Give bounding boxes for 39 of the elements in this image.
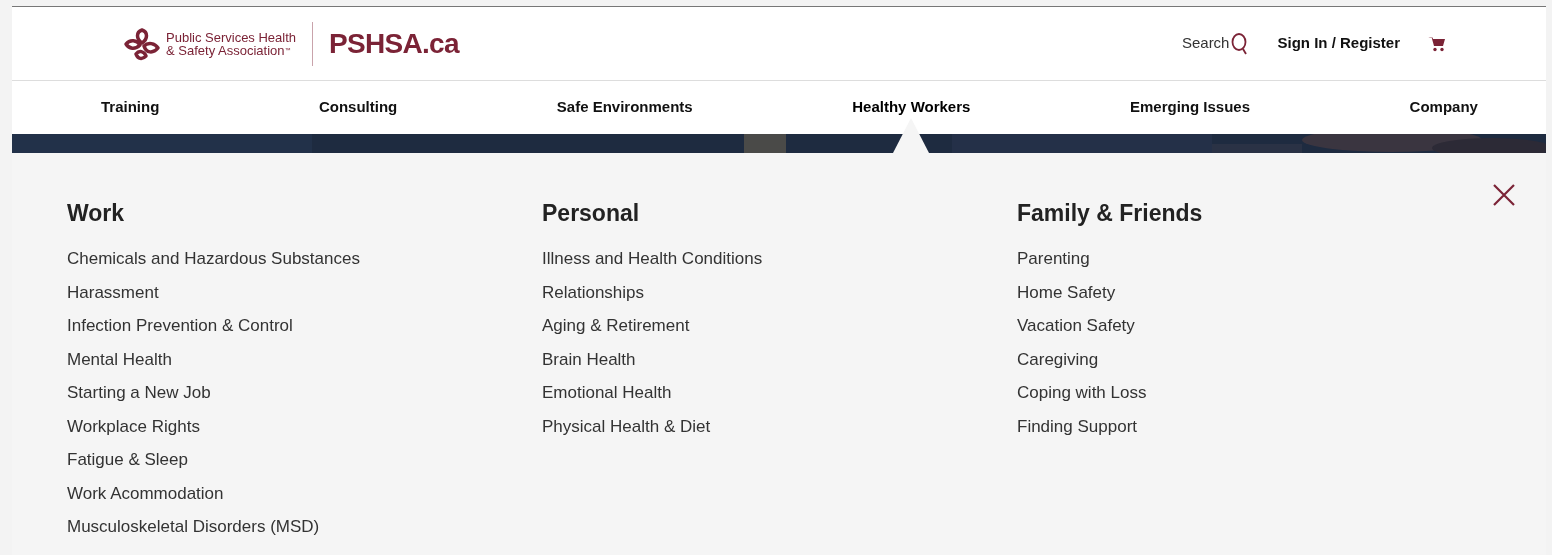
menu-link[interactable]: Harassment (67, 282, 159, 303)
menu-link[interactable]: Coping with Loss (1017, 383, 1147, 403)
menu-link[interactable]: Vacation Safety (1017, 316, 1135, 336)
site-name[interactable]: PSHSA.ca (329, 22, 459, 65)
logo-text: & Safety Association (166, 43, 285, 57)
menu-link[interactable]: Musculoskeletal Disorders (MSD) (67, 517, 320, 537)
column-heading: Personal (542, 199, 641, 227)
menu-link[interactable]: Emotional Health (542, 383, 672, 403)
column-heading: Family & Friends (1017, 199, 1204, 227)
menu-link[interactable]: Fatigue & Sleep (67, 450, 188, 470)
sign-in-link[interactable]: Sign In / Register (1277, 32, 1400, 55)
menu-link[interactable]: Chemicals and Hazardous Substances (67, 249, 360, 269)
menu-link[interactable]: Brain Health (542, 349, 636, 370)
logo-text: Public Services Health (166, 30, 297, 44)
menu-link[interactable]: Aging & Retirement (542, 316, 690, 336)
menu-link[interactable]: Workplace Rights (67, 416, 200, 437)
menu-link[interactable]: Parenting (1017, 249, 1090, 269)
search-icon (1231, 32, 1250, 55)
close-icon (1492, 183, 1516, 207)
nav-tab[interactable]: Company (1409, 96, 1478, 119)
nav-tab[interactable]: Training (101, 96, 160, 119)
logo-icon (122, 25, 162, 62)
close-button[interactable] (1492, 183, 1516, 207)
menu-link[interactable]: Physical Health & Diet (542, 416, 711, 437)
nav-tab[interactable]: Emerging Issues (1129, 96, 1250, 119)
nav-tab[interactable]: Healthy Workers (852, 96, 971, 119)
menu-link[interactable]: Starting a New Job (67, 383, 211, 403)
menu-link[interactable]: Finding Support (1017, 416, 1138, 437)
menu-link[interactable]: Home Safety (1017, 282, 1116, 303)
column-heading: Work (67, 199, 126, 227)
nav-tab[interactable]: Safe Environments (556, 96, 693, 119)
menu-link[interactable]: Relationships (542, 282, 645, 303)
nav-tab[interactable]: Consulting (318, 96, 398, 119)
search-button[interactable]: Search (1181, 32, 1250, 55)
menu-link[interactable]: Work Acommodation (67, 483, 224, 504)
menu-link[interactable]: Infection Prevention & Control (67, 316, 293, 336)
menu-link[interactable]: Illness and Health Conditions (542, 249, 763, 269)
menu-link[interactable]: Mental Health (67, 349, 172, 370)
menu-link[interactable]: Caregiving (1017, 349, 1099, 370)
